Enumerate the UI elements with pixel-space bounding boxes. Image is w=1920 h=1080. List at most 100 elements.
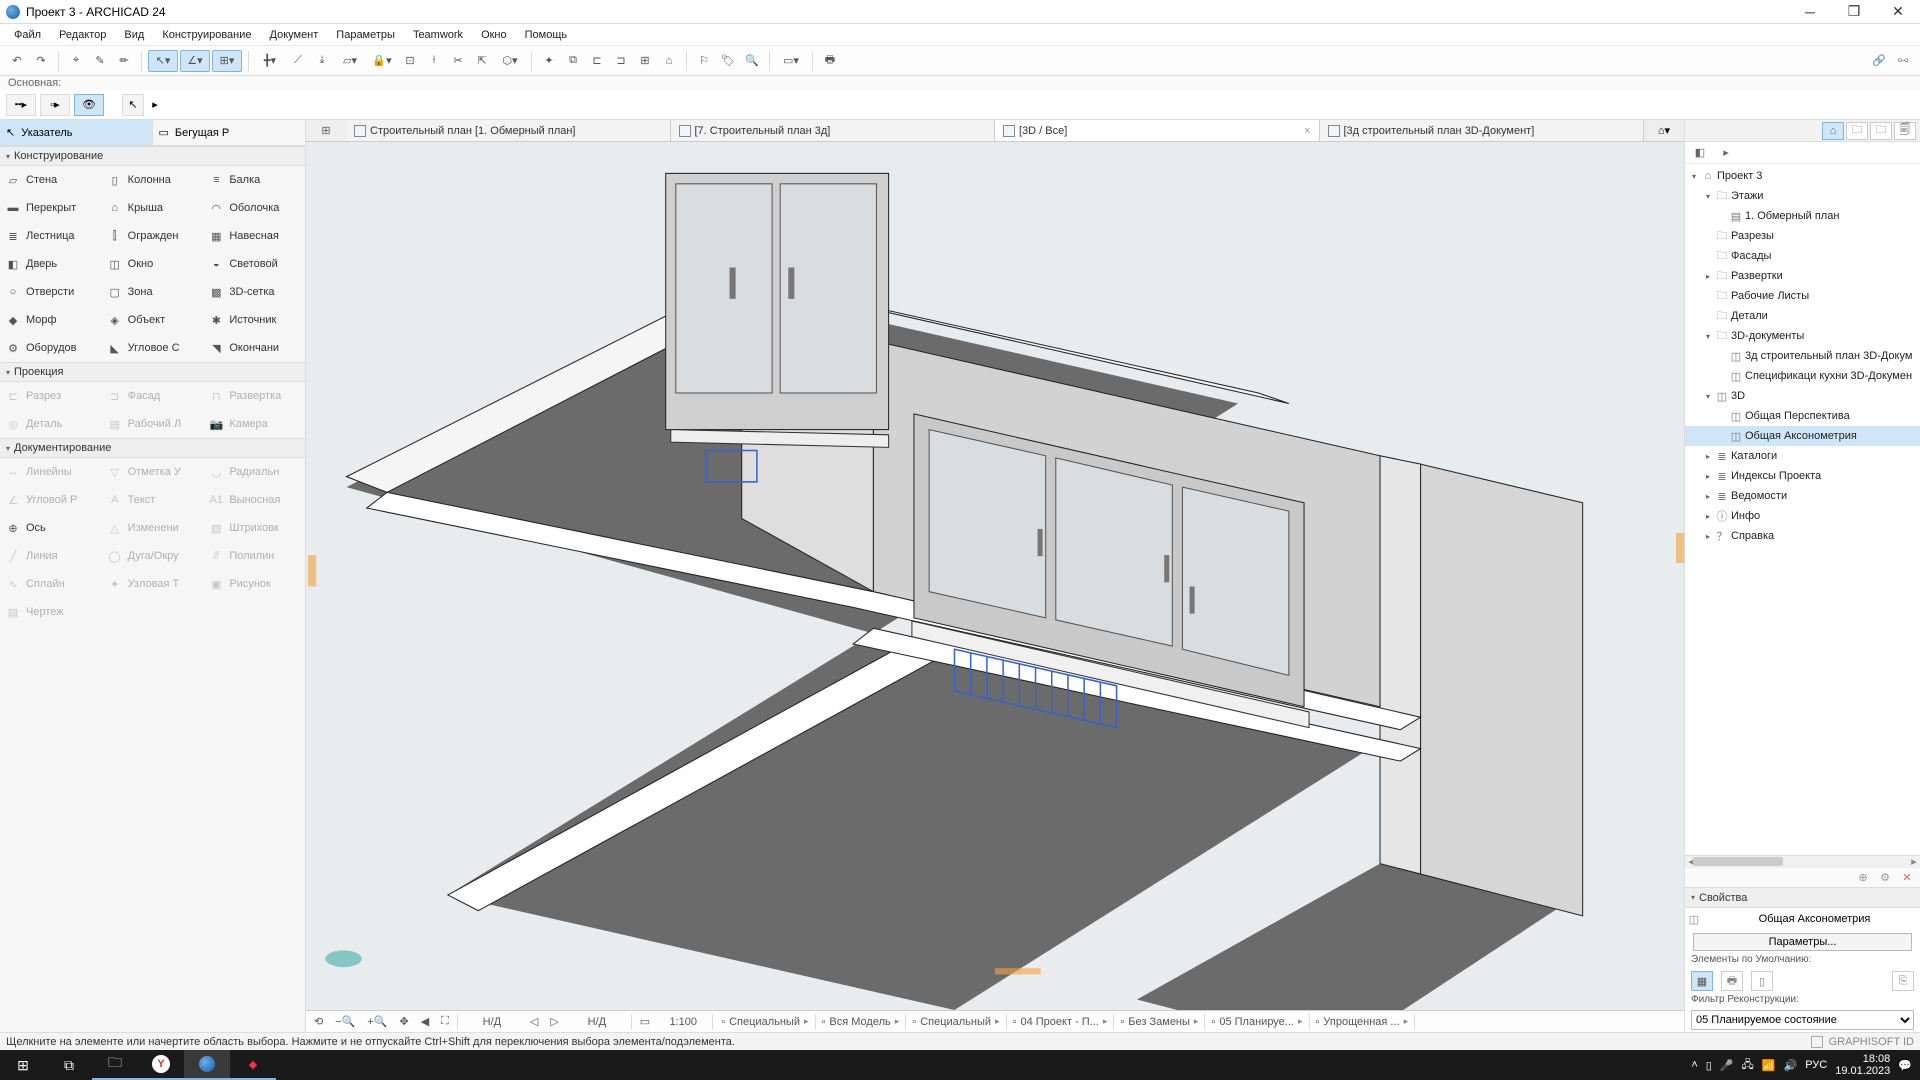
section-header-design[interactable]: Конструирование xyxy=(0,146,305,166)
tray-lang[interactable]: РУС xyxy=(1805,1059,1827,1071)
tool-fill[interactable]: ▨Штриховк xyxy=(203,514,305,542)
status-reno-icon[interactable]: ▫05 Планируе... xyxy=(1207,1013,1306,1031)
expand-icon[interactable]: ▸ xyxy=(1703,452,1713,461)
nav-node[interactable]: ▸🗀Развертки xyxy=(1685,266,1920,286)
close-button[interactable]: ✕ xyxy=(1876,0,1920,24)
tool-detail[interactable]: ◎Деталь xyxy=(0,410,102,438)
tab-close-icon[interactable]: × xyxy=(1304,125,1310,137)
find-icon[interactable]: 🔍 xyxy=(741,50,763,72)
tool-window[interactable]: ◫Окно xyxy=(102,250,204,278)
parameters-button[interactable]: Параметры... xyxy=(1693,933,1912,951)
nav-node[interactable]: ▸ⓘИнфо xyxy=(1685,506,1920,526)
suspend-icon[interactable]: ⊡ xyxy=(399,50,421,72)
expand-icon[interactable]: ▾ xyxy=(1703,192,1713,201)
tool-curtain[interactable]: ▦Навесная xyxy=(203,222,305,250)
align-icon[interactable]: ⊏ xyxy=(586,50,608,72)
default-grid-icon[interactable]: ▦ xyxy=(1691,971,1713,991)
tray-clock[interactable]: 18:08 19.01.2023 xyxy=(1835,1053,1890,1077)
expand-icon[interactable]: ▾ xyxy=(1689,172,1699,181)
tool-roof[interactable]: ⌂Крыша xyxy=(102,194,204,222)
tray-mic-icon[interactable]: 🎤 xyxy=(1720,1059,1734,1072)
tool-beam[interactable]: ≡Балка xyxy=(203,166,305,194)
scroll-right-icon[interactable]: ▸ xyxy=(1908,856,1920,867)
tray-notifications-icon[interactable]: 💬 xyxy=(1898,1059,1912,1072)
tool-zone[interactable]: ▢Зона xyxy=(102,278,204,306)
expand-icon[interactable]: ▾ xyxy=(1703,392,1713,401)
brand-label[interactable]: GRAPHISOFT ID xyxy=(1829,1036,1914,1048)
menu-design[interactable]: Конструирование xyxy=(154,26,259,44)
tray-volume-icon[interactable]: 🔊 xyxy=(1784,1059,1798,1072)
zoom-prev-icon[interactable]: ◀ xyxy=(417,1013,433,1031)
view-tab[interactable]: [3д строительный план 3D-Документ] xyxy=(1320,120,1645,141)
menu-options[interactable]: Параметры xyxy=(328,26,403,44)
tool-spline[interactable]: ∿Сплайн xyxy=(0,570,102,598)
magic-wand-icon[interactable]: ✦ xyxy=(538,50,560,72)
pick-icon[interactable]: ⌖ xyxy=(65,50,87,72)
nav-node[interactable]: ▾⌂Проект 3 xyxy=(1685,166,1920,186)
zoom-in-icon[interactable]: +🔍 xyxy=(363,1013,391,1031)
fit-icon[interactable]: ⛶ xyxy=(437,1013,453,1031)
nav-publisher-icon[interactable]: 🗐 xyxy=(1894,122,1916,140)
nav-node[interactable]: ▾🗀Этажи xyxy=(1685,186,1920,206)
tool-grid[interactable]: ⊕Ось xyxy=(0,514,102,542)
status-layers-icon[interactable]: ▫Вся Модель xyxy=(818,1013,904,1031)
nav-node[interactable]: ▤1. Обмерный план xyxy=(1685,206,1920,226)
nav-node[interactable]: ◫3д строительный план 3D-Докум xyxy=(1685,346,1920,366)
nav-expand-icon[interactable]: ◧ xyxy=(1689,144,1711,162)
nav-node[interactable]: ◫Общая Аксонометрия xyxy=(1685,426,1920,446)
mode-plan-icon[interactable]: ╍▸ xyxy=(6,94,36,116)
cursor-mode-icon[interactable]: ↖▾ xyxy=(148,50,178,72)
distribute-icon[interactable]: ⊐ xyxy=(610,50,632,72)
marquee-opt-icon[interactable]: ▭▾ xyxy=(776,50,806,72)
tool-morph[interactable]: ◆Морф xyxy=(0,306,102,334)
menu-window[interactable]: Окно xyxy=(473,26,515,44)
nav-node[interactable]: 🗀Рабочие Листы xyxy=(1685,286,1920,306)
menu-document[interactable]: Документ xyxy=(262,26,327,44)
orbit-icon[interactable]: ⟲ xyxy=(310,1013,327,1031)
archicad-task-icon[interactable] xyxy=(184,1050,230,1080)
tool-interior[interactable]: ⊓Развертка xyxy=(203,382,305,410)
dropper-icon[interactable]: ✎ xyxy=(89,50,111,72)
expand-icon[interactable]: ▸ xyxy=(1703,512,1713,521)
solid-op-icon[interactable]: ⬡▾ xyxy=(495,50,525,72)
nav-node[interactable]: ▸≣Ведомости xyxy=(1685,486,1920,506)
nav-layout-icon[interactable]: 🗀 xyxy=(1870,122,1892,140)
pointer-tool[interactable]: ↖ Указатель xyxy=(0,120,153,145)
tool-raddim[interactable]: ◡Радиальн xyxy=(203,458,305,486)
tool-level[interactable]: ▽Отметка У xyxy=(102,458,204,486)
nav-node[interactable]: 🗀Фасады xyxy=(1685,246,1920,266)
lock-icon[interactable]: 🔒▾ xyxy=(367,50,397,72)
tray-chevron-icon[interactable]: ˄ xyxy=(1691,1059,1697,1071)
cursor-default-icon[interactable]: ↖ xyxy=(122,94,144,116)
tool-mesh[interactable]: ▩3D-сетка xyxy=(203,278,305,306)
menu-view[interactable]: Вид xyxy=(116,26,152,44)
default-apply-icon[interactable]: ⎘ xyxy=(1892,971,1914,991)
tool-hotspot[interactable]: ✦Узловая Т xyxy=(102,570,204,598)
status-combo-icon[interactable]: ▫04 Проект - П... xyxy=(1009,1013,1112,1031)
navigator-hscrollbar[interactable]: ◂ ▸ xyxy=(1685,855,1920,867)
snap-point-icon[interactable]: ⊞▾ xyxy=(212,50,242,72)
acrobat-icon[interactable]: ◆ xyxy=(230,1050,276,1080)
marquee-tool[interactable]: ▭ Бегущая Р xyxy=(153,120,306,145)
default-column-icon[interactable]: ▯ xyxy=(1751,971,1773,991)
menu-edit[interactable]: Редактор xyxy=(51,26,114,44)
tool-drawing[interactable]: ▤Чертеж xyxy=(0,598,102,626)
nav-project-map-icon[interactable]: ⌂ xyxy=(1822,122,1844,140)
menu-file[interactable]: Файл xyxy=(6,26,49,44)
tool-label[interactable]: A1Выносная xyxy=(203,486,305,514)
zoom-value-2[interactable]: Н/Д xyxy=(567,1013,627,1031)
home-icon[interactable]: ⌂ xyxy=(658,50,680,72)
ruler-icon[interactable]: ⟋ xyxy=(287,50,309,72)
tool-equipment[interactable]: ⚙Оборудов xyxy=(0,334,102,362)
zoom-out-icon[interactable]: −🔍 xyxy=(331,1013,359,1031)
tool-change[interactable]: △Изменени xyxy=(102,514,204,542)
gravity-icon[interactable]: ⤓ xyxy=(311,50,333,72)
grid-snap-icon[interactable]: ╋▾ xyxy=(255,50,285,72)
pan-icon[interactable]: ✥ xyxy=(395,1013,412,1031)
mode-section-icon[interactable]: ▫▸ xyxy=(40,94,70,116)
status-override-icon[interactable]: ▫Без Замены xyxy=(1116,1013,1202,1031)
tool-end[interactable]: ◥Окончани xyxy=(203,334,305,362)
nav-settings-icon[interactable]: ⚙ xyxy=(1876,870,1894,886)
tool-opening[interactable]: ○Отверсти xyxy=(0,278,102,306)
tool-lindim[interactable]: ↔Линейны xyxy=(0,458,102,486)
